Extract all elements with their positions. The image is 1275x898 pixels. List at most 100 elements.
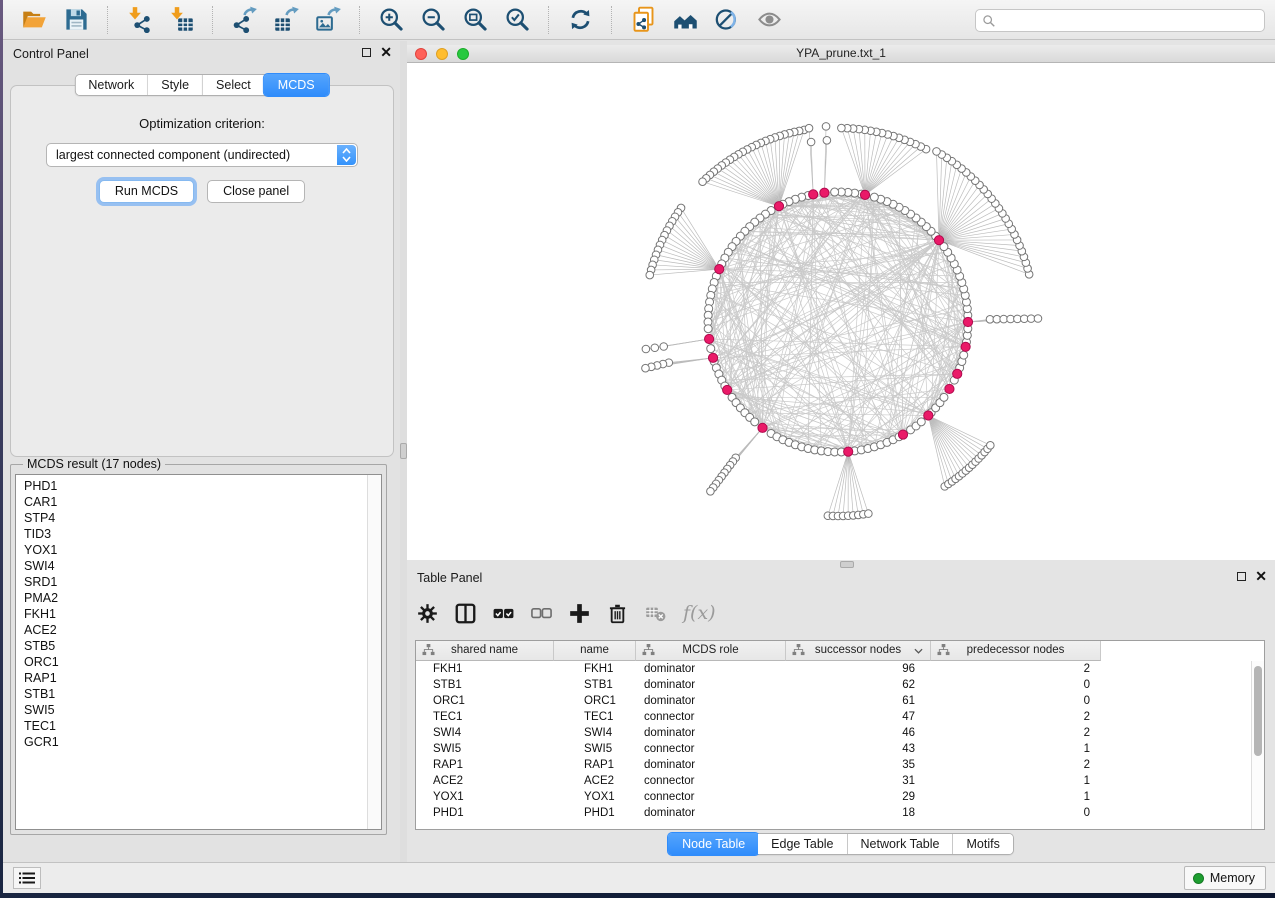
close-panel-button[interactable]: Close panel [207, 180, 305, 203]
network-node[interactable] [751, 418, 759, 426]
table-tab-network-table[interactable]: Network Table [848, 834, 954, 854]
table-row[interactable]: FKH1FKH1dominator962 [416, 661, 1251, 677]
export-table-icon[interactable] [271, 5, 301, 35]
mcds-result-item[interactable]: TEC1 [16, 718, 381, 734]
splitter-grabber[interactable] [840, 561, 854, 568]
network-titlebar[interactable]: YPA_prune.txt_1 [407, 45, 1275, 63]
network-node[interactable] [870, 193, 878, 201]
tab-style[interactable]: Style [148, 75, 203, 95]
network-leaf-node[interactable] [642, 345, 650, 353]
save-session-icon[interactable] [61, 5, 91, 35]
mcds-hub-node[interactable] [844, 447, 853, 456]
network-node[interactable] [940, 393, 948, 401]
zoom-out-icon[interactable] [418, 5, 448, 35]
network-leaf-node[interactable] [823, 137, 831, 145]
import-network-icon[interactable] [124, 5, 154, 35]
memory-button[interactable]: Memory [1184, 866, 1266, 890]
deselect-all-icon[interactable] [531, 603, 552, 624]
open-file-icon[interactable] [19, 5, 49, 35]
mcds-result-item[interactable]: PHD1 [16, 475, 381, 494]
criterion-select[interactable]: largest connected component (undirected) [46, 143, 358, 167]
vertical-splitter[interactable] [400, 41, 407, 862]
tab-network[interactable]: Network [75, 75, 148, 95]
mcds-hub-node[interactable] [809, 190, 818, 199]
search-box[interactable] [975, 9, 1265, 32]
table-row[interactable]: SWI5SWI5connector431 [416, 741, 1251, 757]
mcds-hub-node[interactable] [963, 317, 972, 326]
network-leaf-node[interactable] [987, 442, 995, 450]
close-panel-icon[interactable]: ✕ [380, 47, 392, 57]
show-all-icon[interactable] [754, 5, 784, 35]
hide-selected-icon[interactable] [712, 5, 742, 35]
mcds-result-item[interactable]: CAR1 [16, 494, 381, 510]
import-table-icon[interactable] [166, 5, 196, 35]
mcds-result-item[interactable]: STB5 [16, 638, 381, 654]
first-neighbors-icon[interactable] [670, 5, 700, 35]
tab-mcds[interactable]: MCDS [264, 74, 329, 96]
network-node[interactable] [960, 351, 968, 359]
network-leaf-node[interactable] [660, 343, 668, 351]
zoom-selected-icon[interactable] [502, 5, 532, 35]
zoom-fit-icon[interactable] [460, 5, 490, 35]
network-node[interactable] [707, 345, 715, 353]
mcds-hub-node[interactable] [820, 188, 829, 197]
maximize-window-icon[interactable] [457, 48, 469, 60]
tab-select[interactable]: Select [203, 75, 265, 95]
mcds-result-item[interactable]: STB1 [16, 686, 381, 702]
network-leaf-node[interactable] [642, 364, 650, 372]
table-scrollbar[interactable] [1251, 661, 1264, 829]
table-row[interactable]: STB1STB1dominator620 [416, 677, 1251, 693]
column-header-successor-nodes[interactable]: successor nodes [786, 641, 931, 661]
float-panel-icon[interactable] [362, 48, 371, 57]
mcds-hub-node[interactable] [715, 265, 724, 274]
table-row[interactable]: SWI4SWI4dominator462 [416, 725, 1251, 741]
mcds-hub-node[interactable] [961, 342, 970, 351]
mcds-result-item[interactable]: TID3 [16, 526, 381, 542]
mcds-hub-node[interactable] [860, 190, 869, 199]
table-row[interactable]: ACE2ACE2connector311 [416, 773, 1251, 789]
delete-column-icon[interactable] [607, 603, 628, 624]
table-settings-icon[interactable] [417, 603, 438, 624]
mcds-result-item[interactable]: ORC1 [16, 654, 381, 670]
float-panel-icon[interactable] [1237, 572, 1246, 581]
column-header-name[interactable]: name [554, 641, 636, 661]
network-leaf-node[interactable] [865, 510, 873, 518]
mcds-result-item[interactable]: PMA2 [16, 590, 381, 606]
mcds-result-item[interactable]: RAP1 [16, 670, 381, 686]
refresh-view-icon[interactable] [565, 5, 595, 35]
panel-layout-icon[interactable] [455, 603, 476, 624]
table-row[interactable]: TEC1TEC1connector472 [416, 709, 1251, 725]
mcds-result-item[interactable]: YOX1 [16, 542, 381, 558]
table-row[interactable]: RAP1RAP1dominator352 [416, 757, 1251, 773]
close-panel-icon[interactable]: ✕ [1255, 571, 1267, 581]
mcds-hub-node[interactable] [758, 423, 767, 432]
export-image-icon[interactable] [313, 5, 343, 35]
network-leaf-node[interactable] [646, 271, 654, 279]
mcds-hub-node[interactable] [945, 384, 954, 393]
column-header-predecessor-nodes[interactable]: predecessor nodes [931, 641, 1101, 661]
mcds-result-list[interactable]: PHD1CAR1STP4TID3YOX1SWI4SRD1PMA2FKH1ACE2… [15, 474, 382, 830]
network-leaf-node[interactable] [933, 148, 941, 156]
mcds-hub-node[interactable] [934, 236, 943, 245]
scrollbar-thumb[interactable] [1254, 666, 1262, 756]
mcds-result-item[interactable]: SRD1 [16, 574, 381, 590]
table-row[interactable]: PHD1PHD1dominator180 [416, 805, 1251, 821]
mcds-hub-node[interactable] [723, 385, 732, 394]
mcds-hub-node[interactable] [924, 411, 933, 420]
mcds-result-item[interactable]: SWI5 [16, 702, 381, 718]
run-mcds-button[interactable]: Run MCDS [99, 180, 194, 203]
add-column-icon[interactable] [569, 603, 590, 624]
search-input[interactable] [996, 11, 1264, 30]
network-leaf-node[interactable] [707, 488, 715, 496]
column-header-MCDS-role[interactable]: MCDS role [636, 641, 786, 661]
status-menu-button[interactable] [13, 867, 41, 889]
mcds-result-item[interactable]: GCR1 [16, 734, 381, 750]
mcds-result-item[interactable]: FKH1 [16, 606, 381, 622]
select-all-check-icon[interactable] [493, 603, 514, 624]
network-node[interactable] [917, 418, 925, 426]
network-canvas[interactable] [407, 63, 1275, 560]
network-leaf-node[interactable] [838, 124, 846, 132]
splitter-grabber[interactable] [400, 443, 407, 459]
network-leaf-node[interactable] [822, 123, 830, 131]
table-tab-edge-table[interactable]: Edge Table [758, 834, 847, 854]
